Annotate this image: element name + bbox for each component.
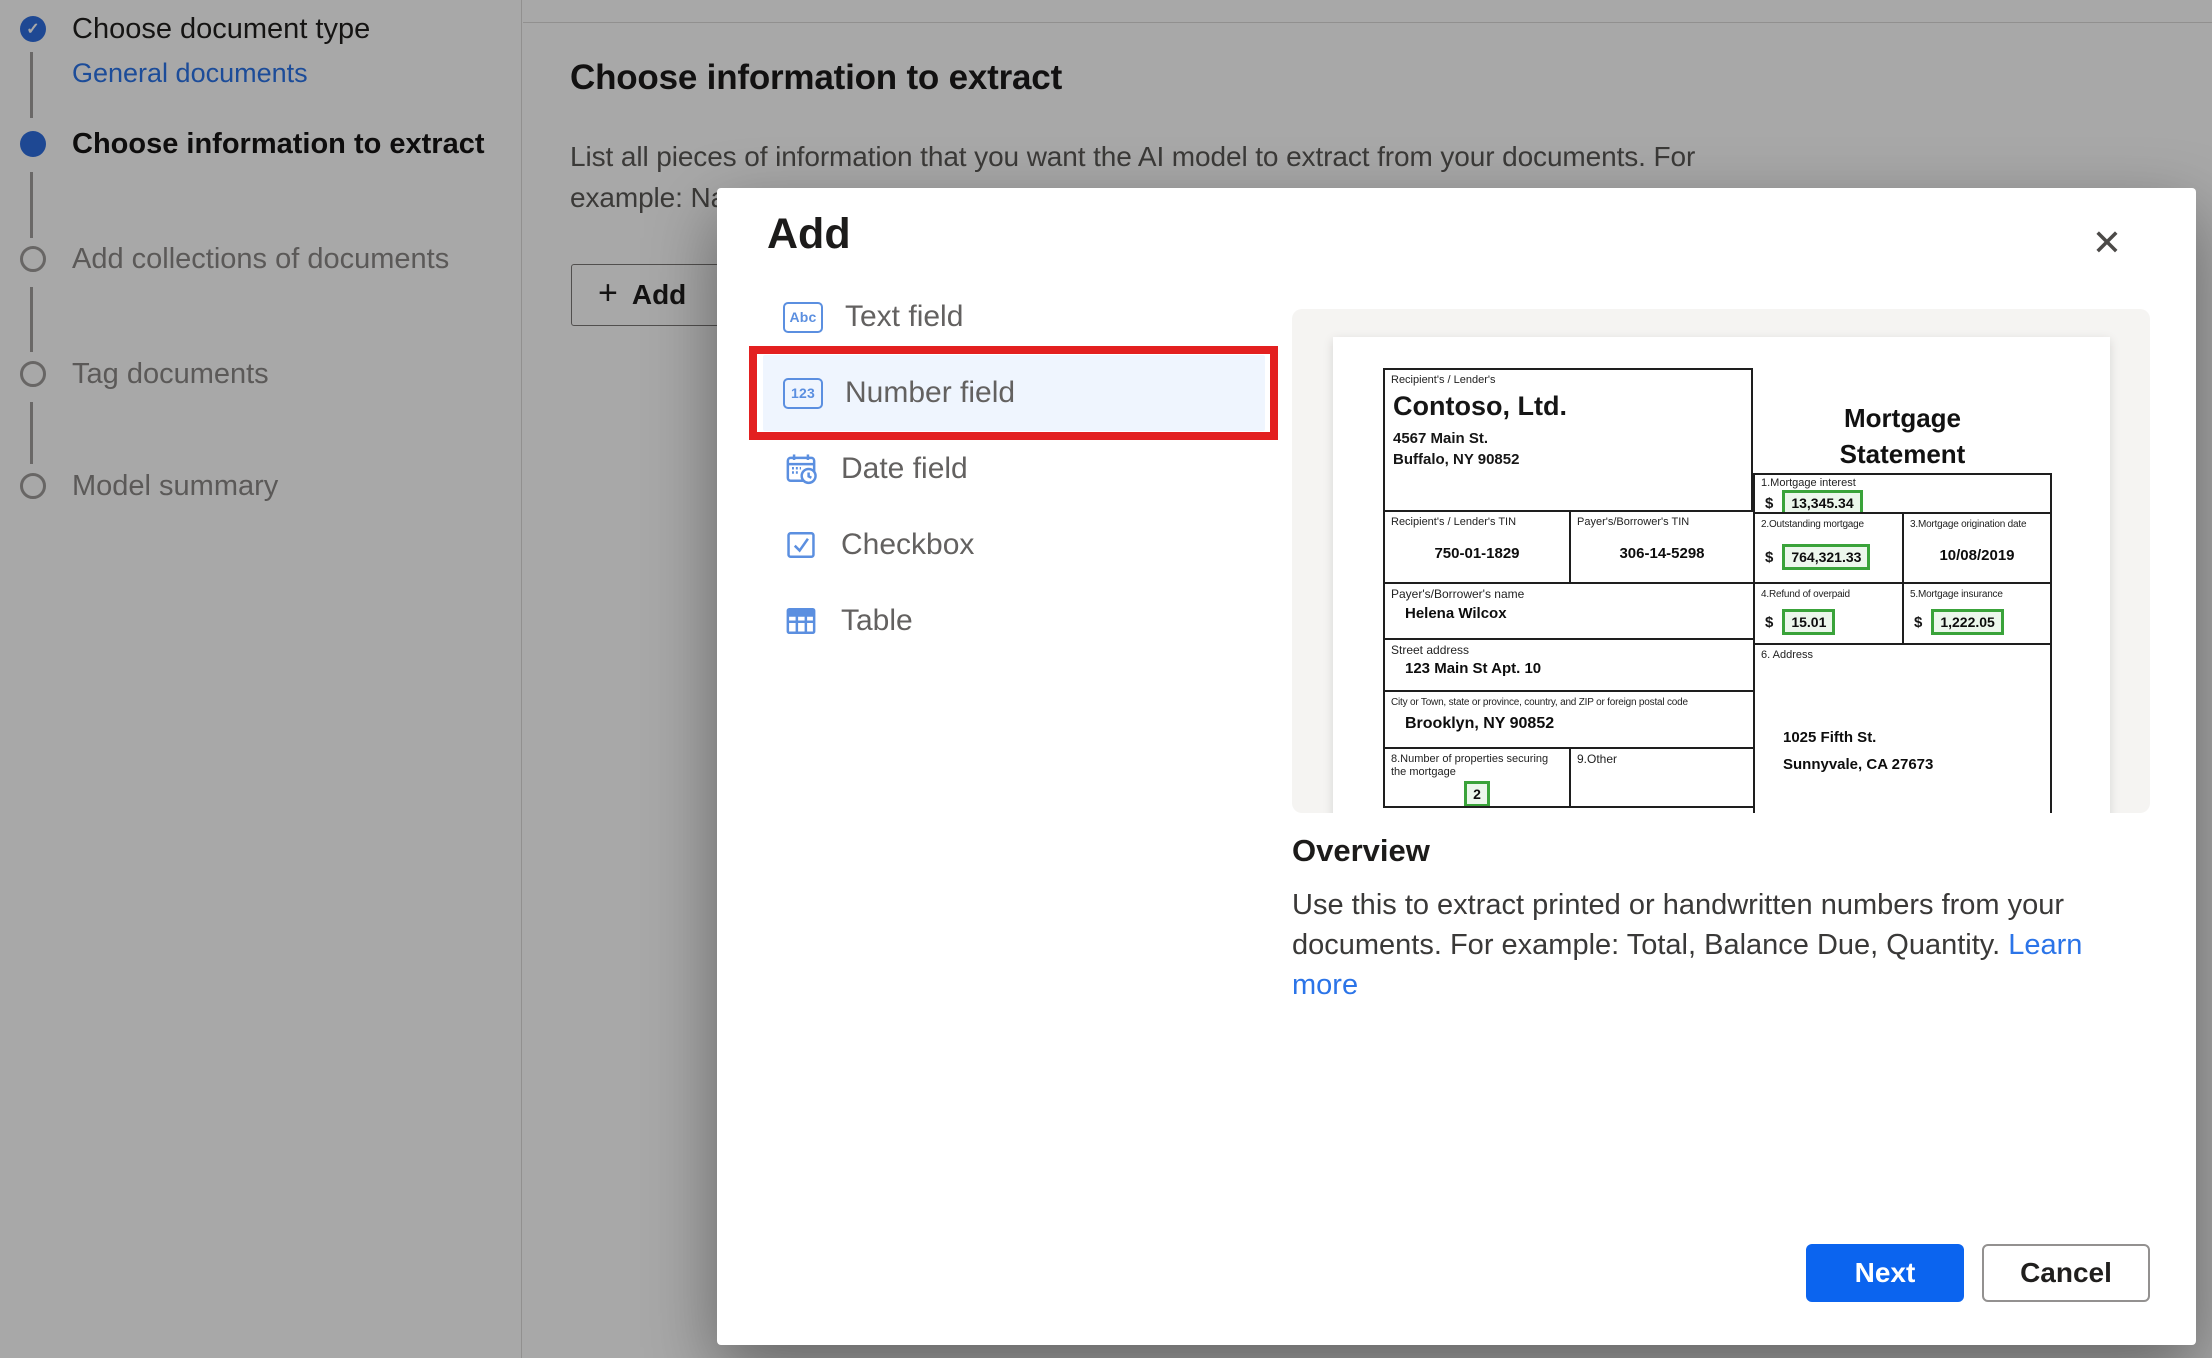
preview-value: Brooklyn, NY 90852	[1405, 715, 1747, 733]
overview-heading: Overview	[1292, 833, 1430, 869]
text-field-icon: Abc	[783, 302, 823, 333]
preview-value: Sunnyvale, CA 27673	[1783, 756, 1933, 773]
dollar-sign: $	[1765, 549, 1773, 566]
preview-value: 123 Main St Apt. 10	[1405, 660, 1747, 677]
field-type-text[interactable]: Abc Text field	[763, 279, 1265, 355]
field-type-label: Date field	[841, 452, 968, 486]
preview-borrower-name-cell: Payer's/Borrower's name Helena Wilcox	[1383, 582, 1753, 638]
field-type-label: Table	[841, 604, 913, 638]
preview-label: Payer's/Borrower's TIN	[1577, 516, 1747, 529]
field-type-label: Number field	[845, 376, 1015, 410]
preview-doc-title-cell: Mortgage Statement	[1753, 368, 2052, 473]
preview-lender-tin-cell: Recipient's / Lender's TIN 750-01-1829	[1383, 510, 1569, 582]
preview-label: Payer's/Borrower's name	[1391, 588, 1747, 601]
field-type-label: Checkbox	[841, 528, 974, 562]
next-button[interactable]: Next	[1806, 1244, 1964, 1302]
dollar-sign: $	[1765, 495, 1773, 512]
preview-city-cell: City or Town, state or province, country…	[1383, 690, 1753, 747]
preview-address6-cell: 6. Address 1025 Fifth St. Sunnyvale, CA …	[1753, 643, 2052, 813]
preview-label: Recipient's / Lender's	[1391, 374, 1745, 387]
preview-value: 10/08/2019	[1910, 547, 2044, 564]
field-type-label: Text field	[845, 300, 963, 334]
preview-lender-address2: Buffalo, NY 90852	[1393, 449, 1745, 470]
preview-company-name: Contoso, Ltd.	[1393, 391, 1745, 422]
field-type-number[interactable]: 123 Number field	[763, 355, 1265, 431]
preview-label: 6. Address	[1761, 649, 2044, 662]
field-preview-card: Recipient's / Lender's Contoso, Ltd. 456…	[1292, 309, 2150, 813]
highlighted-number: 764,321.33	[1782, 544, 1870, 570]
preview-value: 1025 Fifth St.	[1783, 729, 1876, 746]
preview-label: 9.Other	[1577, 753, 1747, 766]
preview-label: Recipient's / Lender's TIN	[1391, 516, 1563, 529]
number-field-icon: 123	[783, 378, 823, 409]
overview-text: Use this to extract printed or handwritt…	[1292, 885, 2132, 1005]
preview-street-address-cell: Street address 123 Main St Apt. 10	[1383, 638, 1753, 690]
preview-label: 8.Number of properties securing the mort…	[1391, 753, 1563, 779]
preview-label: 3.Mortgage origination date	[1910, 518, 2044, 531]
preview-label: 5.Mortgage insurance	[1910, 588, 2044, 601]
preview-lender-cell: Recipient's / Lender's Contoso, Ltd. 456…	[1383, 368, 1753, 510]
cancel-button[interactable]: Cancel	[1982, 1244, 2150, 1302]
preview-field-refund-overpaid: 4.Refund of overpaid $ 15.01	[1753, 582, 1902, 643]
date-field-icon	[783, 451, 819, 487]
dollar-sign: $	[1914, 614, 1922, 631]
preview-field-properties-count: 8.Number of properties securing the mort…	[1383, 747, 1569, 808]
preview-label: Street address	[1391, 644, 1747, 657]
preview-field-other: 9.Other	[1569, 747, 1753, 808]
sample-document-page: Recipient's / Lender's Contoso, Ltd. 456…	[1333, 337, 2110, 813]
preview-value: 306-14-5298	[1577, 545, 1747, 562]
dollar-sign: $	[1765, 614, 1773, 631]
preview-label: 2.Outstanding mortgage	[1761, 518, 1896, 531]
highlighted-number: 15.01	[1782, 609, 1835, 635]
doc-title-line1: Mortgage	[1844, 403, 1961, 433]
preview-label: 1.Mortgage interest	[1761, 477, 2044, 490]
table-icon	[783, 603, 819, 639]
add-field-dialog: Add ✕ Abc Text field 123 Number field	[717, 188, 2196, 1345]
highlighted-number: 13,345.34	[1782, 490, 1862, 512]
preview-field-outstanding-mortgage: 2.Outstanding mortgage $ 764,321.33	[1753, 512, 1902, 582]
doc-title-line2: Statement	[1840, 439, 1966, 469]
field-type-checkbox[interactable]: Checkbox	[763, 507, 1265, 583]
preview-label: 4.Refund of overpaid	[1761, 588, 1896, 601]
field-type-list: Abc Text field 123 Number field	[763, 279, 1265, 659]
wizard-page: ✓ Choose document type General documents…	[0, 0, 2212, 1358]
overview-line2: documents. For example: Total, Balance D…	[1292, 929, 2000, 961]
overview-line1: Use this to extract printed or handwritt…	[1292, 889, 2064, 921]
preview-value: 750-01-1829	[1391, 545, 1563, 562]
preview-field-mortgage-interest: 1.Mortgage interest $ 13,345.34	[1753, 473, 2052, 512]
preview-borrower-tin-cell: Payer's/Borrower's TIN 306-14-5298	[1569, 510, 1753, 582]
dialog-title: Add	[767, 210, 851, 259]
close-icon[interactable]: ✕	[2077, 216, 2137, 270]
field-type-table[interactable]: Table	[763, 583, 1265, 659]
checkbox-icon	[783, 527, 819, 563]
preview-lender-address1: 4567 Main St.	[1393, 428, 1745, 449]
mortgage-statement-form: Recipient's / Lender's Contoso, Ltd. 456…	[1383, 368, 2052, 813]
preview-label: City or Town, state or province, country…	[1391, 696, 1747, 709]
highlighted-number: 1,222.05	[1931, 609, 2004, 635]
highlighted-number: 2	[1464, 781, 1490, 807]
preview-value: Helena Wilcox	[1405, 605, 1747, 622]
field-type-date[interactable]: Date field	[763, 431, 1265, 507]
preview-field-origination-date: 3.Mortgage origination date 10/08/2019	[1902, 512, 2052, 582]
preview-field-mortgage-insurance: 5.Mortgage insurance $ 1,222.05	[1902, 582, 2052, 643]
